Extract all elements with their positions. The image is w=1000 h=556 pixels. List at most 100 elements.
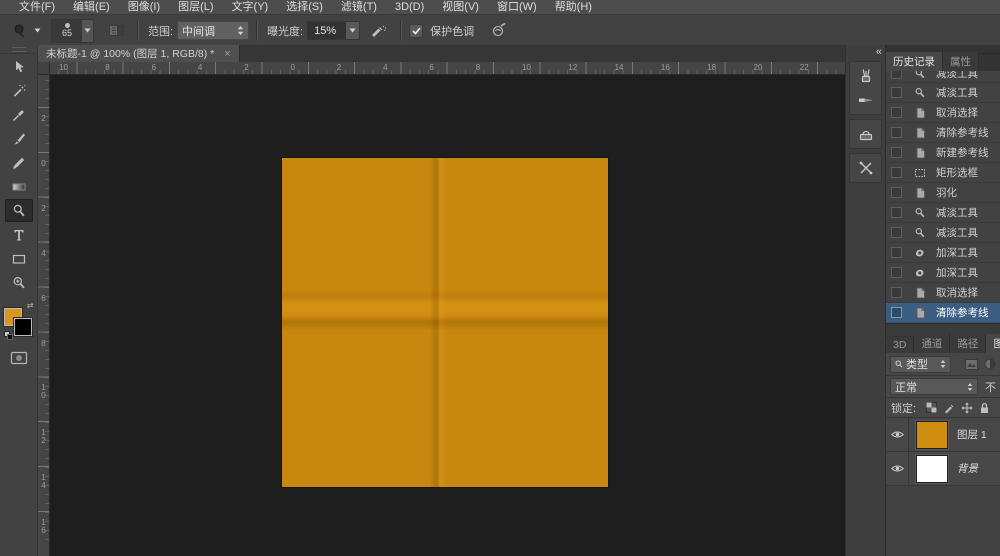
history-set-source-checkbox[interactable] (891, 307, 902, 318)
layer-row[interactable]: 背景 (886, 452, 1000, 486)
brush-presets-panel-button[interactable] (850, 88, 882, 112)
history-set-source-checkbox[interactable] (891, 107, 902, 118)
move-tool[interactable] (5, 55, 33, 78)
layer-filter-dropdown[interactable]: 类型 (890, 356, 951, 373)
background-color-swatch[interactable] (14, 318, 32, 336)
history-set-source-checkbox[interactable] (891, 127, 902, 138)
eye-icon (891, 430, 904, 439)
protect-tones-checkbox[interactable] (409, 24, 423, 38)
lock-transparency-icon[interactable] (926, 402, 937, 413)
default-colors-icon[interactable] (4, 331, 11, 338)
layer-filter-row: 类型 (886, 353, 1000, 376)
history-step[interactable]: 清除参考线 (886, 123, 1000, 143)
vertical-ruler[interactable]: 2024681 01 21 41 6 (38, 75, 50, 556)
history-step[interactable]: 矩形选框 (886, 163, 1000, 183)
layer-row[interactable]: 图层 1 (886, 418, 1000, 452)
history-set-source-checkbox[interactable] (891, 167, 902, 178)
brush-preset-arrow[interactable] (82, 20, 93, 42)
airbrush-icon[interactable] (370, 23, 388, 38)
dock-group (849, 61, 882, 115)
history-step[interactable]: 减淡工具 (886, 223, 1000, 243)
history-step[interactable]: 取消选择 (886, 283, 1000, 303)
history-step[interactable]: 加深工具 (886, 263, 1000, 283)
history-set-source-checkbox[interactable] (891, 87, 902, 98)
menu-item[interactable]: 图像(I) (119, 0, 169, 15)
collapse-panels-icon[interactable]: « (876, 47, 881, 58)
zoom-tool[interactable] (5, 271, 33, 294)
history-step[interactable]: 清除参考线 (886, 303, 1000, 323)
canvas[interactable] (50, 75, 845, 556)
tab-路径[interactable]: 路径 (950, 334, 986, 353)
history-set-source-checkbox[interactable] (891, 71, 902, 79)
shape-tool[interactable] (5, 247, 33, 270)
exposure-arrow[interactable] (346, 22, 359, 39)
dodge-tool[interactable] (5, 199, 33, 222)
history-step[interactable]: 减淡工具 (886, 203, 1000, 223)
toggle-brush-panel-icon[interactable] (108, 23, 125, 38)
lock-label: 锁定: (891, 400, 916, 416)
tab-3D[interactable]: 3D (886, 337, 914, 353)
menu-item[interactable]: 3D(D) (386, 0, 433, 15)
orange-square-artwork[interactable] (282, 158, 608, 487)
blend-mode-dropdown[interactable]: 正常 (890, 378, 978, 395)
range-dropdown[interactable]: 中间调 (177, 21, 249, 40)
close-tab-icon[interactable]: × (224, 48, 230, 60)
menu-item[interactable]: 编辑(E) (64, 0, 119, 15)
history-step[interactable]: 取消选择 (886, 103, 1000, 123)
adjustment-filter-icon[interactable] (984, 358, 996, 370)
menu-item[interactable]: 视图(V) (433, 0, 488, 15)
document-tab[interactable]: 未标题-1 @ 100% (图层 1, RGB/8) * × (38, 45, 240, 62)
history-set-source-checkbox[interactable] (891, 267, 902, 278)
lock-pixels-icon[interactable] (943, 402, 955, 414)
menu-item[interactable]: 选择(S) (277, 0, 332, 15)
menu-item[interactable]: 滤镜(T) (332, 0, 386, 15)
tool-preset-picker[interactable] (6, 23, 41, 39)
menu-item[interactable]: 文字(Y) (223, 0, 278, 15)
quick-mask-button[interactable] (5, 348, 33, 368)
toolbar-grip[interactable] (0, 45, 37, 54)
lock-position-icon[interactable] (961, 402, 973, 414)
tab-通道[interactable]: 通道 (914, 334, 950, 353)
history-step[interactable]: 减淡工具 (886, 71, 1000, 83)
brush-presets-icon (857, 91, 875, 109)
history-step[interactable]: 减淡工具 (886, 83, 1000, 103)
opacity-label-partial: 不 (985, 379, 996, 395)
tool-presets-panel-button[interactable] (850, 156, 882, 180)
gradient-tool[interactable] (5, 175, 33, 198)
menu-item[interactable]: 文件(F) (10, 0, 64, 15)
horizontal-ruler[interactable]: 1086420246810121416182022 (38, 62, 845, 75)
history-set-source-checkbox[interactable] (891, 187, 902, 198)
history-set-source-checkbox[interactable] (891, 207, 902, 218)
tab-图层[interactable]: 图层 (986, 334, 1000, 353)
history-step-label: 取消选择 (936, 105, 978, 120)
type-tool[interactable] (5, 223, 33, 246)
history-set-source-checkbox[interactable] (891, 287, 902, 298)
pencil-tool[interactable] (5, 151, 33, 174)
pixel-filter-icon[interactable] (965, 359, 978, 370)
clone-source-panel-button[interactable] (850, 122, 882, 146)
history-set-source-checkbox[interactable] (891, 247, 902, 258)
exposure-input[interactable]: 15% (308, 22, 346, 39)
history-step[interactable]: 加深工具 (886, 243, 1000, 263)
layer-visibility-toggle[interactable] (886, 452, 909, 485)
magic-wand-tool[interactable] (5, 79, 33, 102)
swap-colors-icon[interactable]: ⇄ (27, 302, 34, 310)
brush-tool[interactable] (5, 127, 33, 150)
brush-pressure-icon[interactable] (490, 23, 508, 38)
history-step[interactable]: 羽化 (886, 183, 1000, 203)
ruler-tick-label: 6 (429, 63, 433, 72)
document-history-icon (913, 307, 927, 319)
history-set-source-checkbox[interactable] (891, 147, 902, 158)
history-brush-panel-button[interactable] (850, 64, 882, 88)
brush-preset-picker[interactable]: 65 (51, 19, 94, 43)
menu-item[interactable]: 图层(L) (169, 0, 222, 15)
menu-item[interactable]: 窗口(W) (488, 0, 546, 15)
eyedropper-tool[interactable] (5, 103, 33, 126)
tab-properties[interactable]: 属性 (943, 52, 979, 71)
history-set-source-checkbox[interactable] (891, 227, 902, 238)
lock-all-icon[interactable] (979, 402, 990, 414)
history-step[interactable]: 新建参考线 (886, 143, 1000, 163)
tab-history[interactable]: 历史记录 (886, 52, 943, 71)
layer-visibility-toggle[interactable] (886, 418, 909, 451)
menu-item[interactable]: 帮助(H) (546, 0, 601, 15)
